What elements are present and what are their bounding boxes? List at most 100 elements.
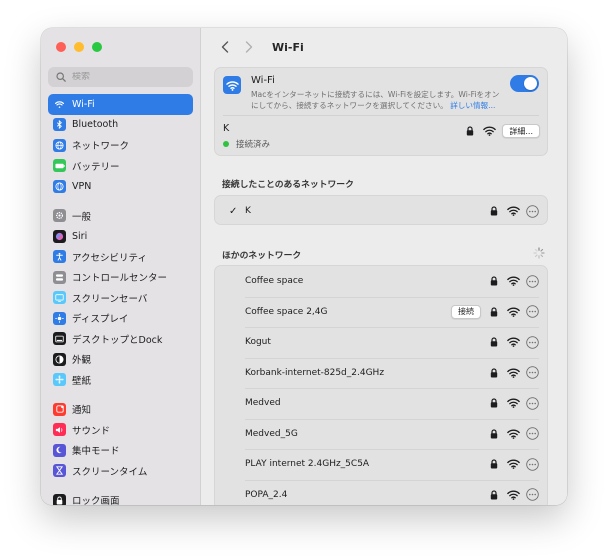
network-name: Medved	[245, 398, 281, 409]
wifi-app-icon	[223, 76, 241, 94]
network-row[interactable]: Coffee space 2,4G 接続	[215, 296, 547, 328]
sidebar-item-3[interactable]: バッテリー	[48, 156, 193, 177]
more-options-icon[interactable]	[526, 274, 539, 288]
more-options-icon[interactable]	[526, 396, 539, 410]
sidebar-item-17[interactable]: スクリーンタイム	[48, 461, 193, 482]
network-row[interactable]: PLAY internet 2.4GHz_5C5A	[215, 449, 547, 480]
more-options-icon[interactable]	[526, 366, 539, 380]
network-name: PLAY internet 2.4GHz_5C5A	[245, 459, 370, 470]
network-name: Korbank-internet-825d_2.4GHz	[245, 367, 385, 378]
connect-button[interactable]: 接続	[451, 304, 481, 319]
sidebar-item-11[interactable]: デスクトップとDock	[48, 329, 193, 350]
network-row[interactable]: Medved	[215, 388, 547, 419]
other-networks-card: Coffee space Coffee space 2,4G 接続 Kogut Korb…	[214, 265, 548, 505]
sidebar-item-7[interactable]: アクセシビリティ	[48, 247, 193, 268]
search-input[interactable]	[69, 72, 182, 82]
wifi-signal-icon	[506, 307, 520, 317]
minimize-window-button[interactable]	[74, 42, 84, 52]
network-row-icons	[489, 196, 539, 227]
sidebar-item-label: 通知	[72, 405, 92, 417]
sidebar-item-label: スクリーンタイム	[72, 466, 148, 478]
sidebar-item-label: ロック画面	[72, 496, 120, 505]
lock-icon	[465, 126, 475, 136]
lock-icon	[489, 368, 499, 378]
sidebar-item-9[interactable]: スクリーンセーバ	[48, 288, 193, 309]
search-field[interactable]	[48, 67, 193, 87]
lock-icon	[489, 398, 499, 408]
wifi-signal-icon	[506, 276, 520, 287]
sidebar-item-4[interactable]: VPN	[48, 176, 193, 197]
sidebar-item-10[interactable]: ディスプレイ	[48, 308, 193, 329]
wifi-toggle[interactable]	[510, 75, 539, 92]
sidebar-spacer	[48, 390, 193, 399]
sidebar-item-18[interactable]: ロック画面	[48, 490, 193, 505]
wifi-card: Wi-Fi Macをインターネットに接続するには、Wi-Fiを設定します。Wi-…	[214, 67, 548, 156]
network-name: Medved_5G	[245, 428, 298, 439]
more-options-icon[interactable]	[526, 305, 539, 319]
sidebar-item-label: 一般	[72, 211, 92, 223]
lock-icon	[489, 276, 499, 286]
wifi-signal-icon	[506, 206, 520, 217]
network-row[interactable]: Kogut	[215, 327, 547, 358]
details-button[interactable]: 詳細...	[502, 124, 540, 138]
chevron-right-icon	[245, 41, 253, 53]
lock-icon	[489, 307, 499, 317]
sidebar-item-12[interactable]: 外観	[48, 349, 193, 370]
network-row[interactable]: Korbank-internet-825d_2.4GHz	[215, 357, 547, 389]
battery-icon	[53, 159, 66, 173]
sidebar-item-1[interactable]: Bluetooth	[48, 115, 193, 136]
network-row[interactable]: Coffee space	[215, 266, 547, 297]
back-button[interactable]	[214, 37, 236, 57]
network-row-icons	[489, 358, 539, 389]
siri-icon	[53, 229, 66, 243]
sidebar-item-14[interactable]: 通知	[48, 399, 193, 420]
main-pane: Wi-Fi Wi-Fi Macをインターネットに接続するには、Wi-Fiを設定し…	[201, 28, 567, 505]
network-row[interactable]: Medved_5G	[215, 418, 547, 450]
sidebar-item-15[interactable]: サウンド	[48, 420, 193, 441]
lock-icon	[489, 459, 499, 469]
more-options-icon[interactable]	[526, 335, 539, 349]
network-row-icons: 接続	[451, 297, 539, 328]
more-options-icon[interactable]	[526, 427, 539, 441]
sidebar-item-label: Wi-Fi	[72, 98, 95, 110]
network-row[interactable]: ✓ K	[215, 196, 547, 227]
network-row-icons	[489, 419, 539, 450]
network-name: Kogut	[245, 337, 271, 348]
loading-spinner-icon	[533, 247, 545, 259]
sidebar-item-6[interactable]: Siri	[48, 226, 193, 247]
close-window-button[interactable]	[56, 42, 66, 52]
network-row[interactable]: POPA_2.4	[215, 479, 547, 506]
sidebar-item-0[interactable]: Wi-Fi	[48, 94, 193, 115]
more-options-icon[interactable]	[526, 204, 539, 218]
sidebar-item-13[interactable]: 壁紙	[48, 370, 193, 391]
divider	[223, 115, 539, 116]
zoom-window-button[interactable]	[92, 42, 102, 52]
current-network-icons: 詳細...	[465, 124, 540, 138]
sidebar-item-5[interactable]: 一般	[48, 206, 193, 227]
sidebar-item-16[interactable]: 集中モード	[48, 440, 193, 461]
sidebar-item-2[interactable]: ネットワーク	[48, 135, 193, 156]
sidebar-item-label: Bluetooth	[72, 119, 119, 131]
window-controls	[56, 42, 102, 52]
network-name: POPA_2.4	[245, 489, 288, 500]
sidebar-item-label: コントロールセンター	[72, 273, 168, 285]
status-text: 接続済み	[236, 140, 271, 150]
bluetooth-icon	[53, 118, 66, 132]
wifi-signal-icon	[506, 490, 520, 500]
forward-button[interactable]	[238, 37, 260, 57]
more-options-icon[interactable]	[526, 457, 539, 471]
sidebar-item-label: ネットワーク	[72, 141, 130, 153]
sidebar-item-label: Siri	[72, 230, 88, 242]
sidebar-item-8[interactable]: コントロールセンター	[48, 267, 193, 288]
wifi-icon	[53, 97, 66, 111]
current-network-status: 接続済み	[223, 138, 270, 150]
more-options-icon[interactable]	[526, 488, 539, 502]
sidebar-item-label: 外観	[72, 355, 92, 367]
lock-icon	[489, 429, 499, 439]
learn-more-link[interactable]: 詳しい情報...	[450, 101, 495, 110]
lock-icon	[489, 337, 499, 347]
sidebar-item-label: VPN	[72, 180, 92, 192]
globe-icon	[53, 138, 66, 152]
hourglass-icon	[53, 464, 66, 478]
page-title: Wi-Fi	[272, 40, 304, 54]
